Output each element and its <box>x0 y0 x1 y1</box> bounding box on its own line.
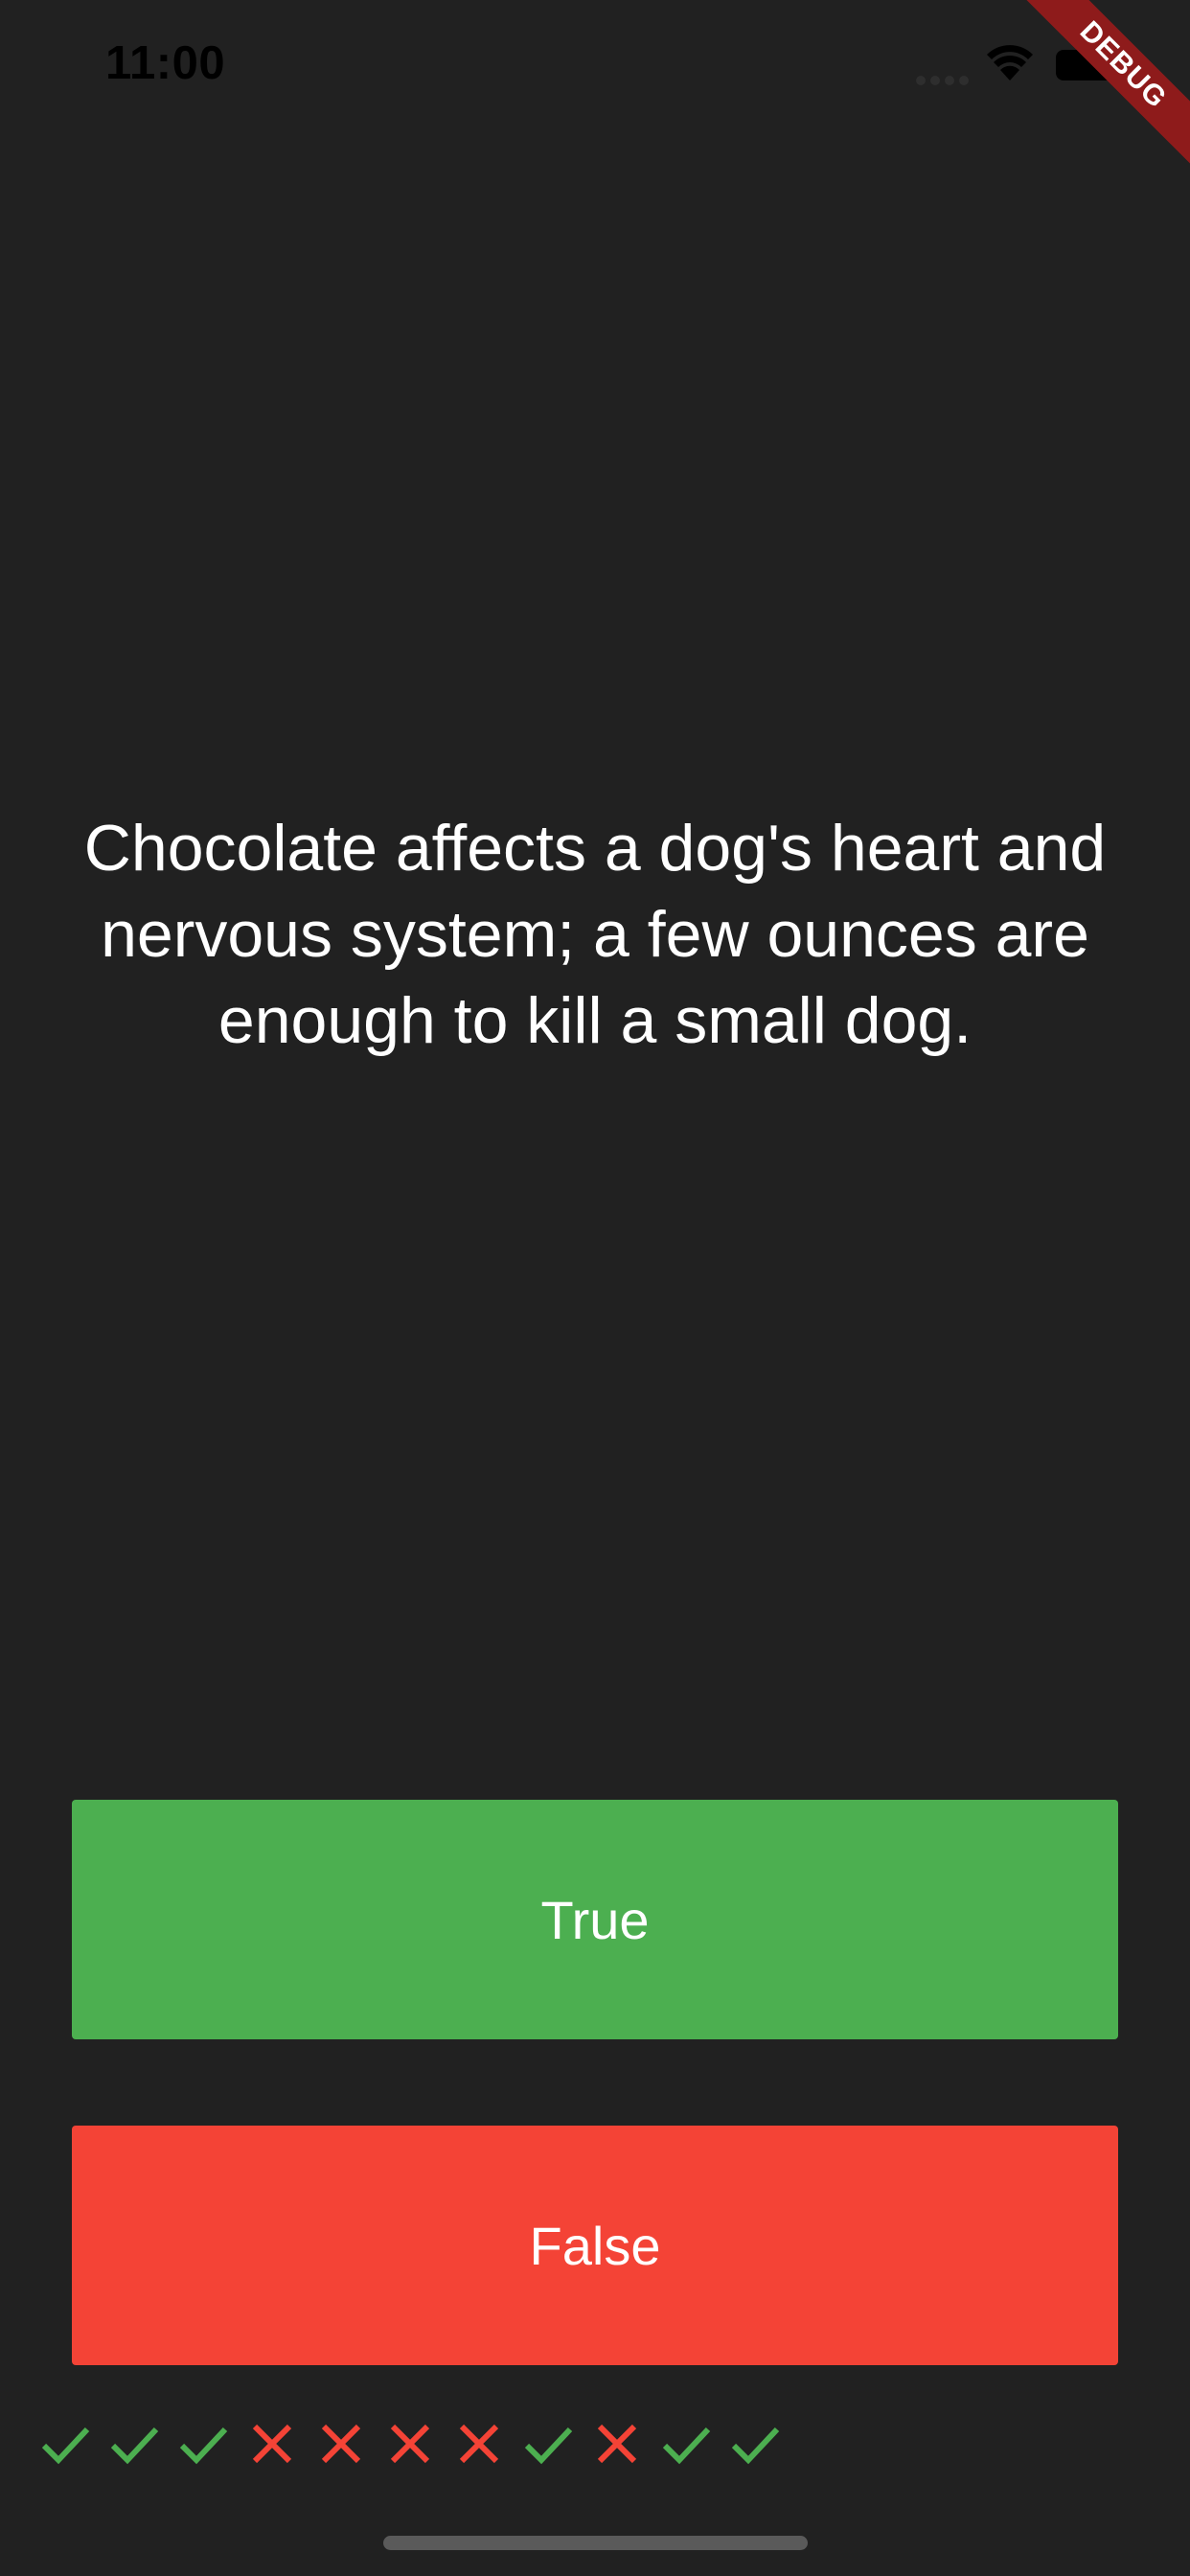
close-icon <box>252 2424 292 2464</box>
close-icon <box>321 2424 361 2464</box>
debug-ribbon-label: DEBUG <box>1005 0 1190 183</box>
check-icon <box>41 2426 90 2465</box>
status-time: 11:00 <box>105 37 226 89</box>
check-icon <box>731 2426 780 2465</box>
true-button[interactable]: True <box>72 1800 1118 2039</box>
check-icon <box>524 2426 573 2465</box>
signal-icon <box>916 76 969 85</box>
check-icon <box>179 2426 228 2465</box>
false-button[interactable]: False <box>72 2126 1118 2365</box>
check-icon <box>662 2426 711 2465</box>
check-icon <box>110 2426 159 2465</box>
question-text: Chocolate affects a dog's heart and nerv… <box>83 812 1107 1057</box>
debug-banner: DEBUG <box>998 0 1190 192</box>
close-icon <box>390 2424 430 2464</box>
score-keeper <box>36 2415 795 2472</box>
home-indicator <box>383 2536 808 2550</box>
close-icon <box>459 2424 499 2464</box>
close-icon <box>597 2424 637 2464</box>
